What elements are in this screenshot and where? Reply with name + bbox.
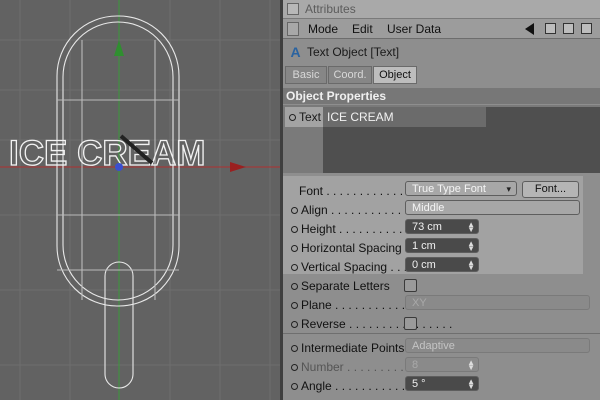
text-object-icon: A (290, 44, 301, 60)
plane-dropdown[interactable]: XY (405, 295, 590, 310)
y-axis-handle[interactable] (114, 40, 124, 56)
attribute-tabs: Basic Coord. Object (283, 65, 600, 85)
tab-basic[interactable]: Basic (285, 66, 327, 84)
separate-letters-checkbox[interactable] (404, 279, 417, 292)
lock-icon[interactable] (545, 23, 556, 34)
3d-viewport[interactable]: ICE CREAM (0, 0, 280, 400)
keyframe-dot-icon (291, 383, 298, 391)
spinner-arrows-icon: ▲ ▼ (467, 358, 475, 372)
spinner-arrows-icon: ▲ ▼ (467, 220, 475, 234)
spinner-arrows-icon: ▲ ▼ (467, 239, 475, 253)
height-row: Height . . . . . . . . . . . . . . . . 7… (283, 219, 600, 238)
keyframe-dot-icon (291, 302, 298, 310)
menu-user-data[interactable]: User Data (387, 22, 441, 36)
angle-row: Angle . . . . . . . . . . . . . . . . 5 … (283, 376, 600, 395)
panel-grip-icon[interactable] (287, 3, 299, 15)
reverse-label: Reverse . . . . . . . . . . . . . . . . (291, 317, 452, 331)
font-button[interactable]: Font... (522, 181, 579, 198)
spinner-arrows-icon: ▲ ▼ (467, 258, 475, 272)
divider-line (283, 333, 600, 334)
separate-row: Separate Letters (283, 276, 600, 295)
panel-title: Attributes (305, 2, 356, 16)
tab-coord[interactable]: Coord. (328, 66, 372, 84)
keyframe-dot-icon (291, 264, 298, 272)
vspacing-field[interactable]: 0 cm ▲ ▼ (405, 257, 479, 272)
align-row: Align . . . . . . . . . . . . . . . . . … (283, 200, 600, 219)
vspacing-row: Vertical Spacing . . . . . 0 cm ▲ ▼ (283, 257, 600, 276)
section-object-properties: Object Properties (283, 88, 600, 104)
keyframe-dot-icon (291, 245, 298, 253)
spinner-arrows-icon: ▲ ▼ (467, 377, 475, 391)
keyframe-dot-icon (291, 321, 298, 329)
keyframe-dot-icon (291, 207, 298, 215)
text-param-block: Text ICE CREAM (283, 105, 600, 173)
font-type-dropdown[interactable]: True Type Font ▾ (405, 181, 517, 196)
new-panel-icon[interactable] (563, 23, 574, 34)
reverse-checkbox[interactable] (404, 317, 417, 330)
link-icon[interactable] (581, 23, 592, 34)
object-name: Text Object [Text] (307, 45, 400, 59)
keyframe-dot-icon[interactable] (289, 114, 296, 122)
chevron-down-icon: ▾ (506, 184, 511, 194)
text-param-label: Text (285, 107, 323, 127)
separate-label: Separate Letters (291, 279, 390, 293)
attributes-menubar: Mode Edit User Data (283, 19, 600, 39)
hspacing-label: Horizontal Spacing . . . (291, 241, 422, 255)
popsicle-mesh (56, 15, 180, 389)
plane-row: Plane . . . . . . . . . . . . . . . . . … (283, 295, 600, 314)
menu-edit[interactable]: Edit (352, 22, 373, 36)
object-origin-point[interactable] (115, 163, 123, 171)
tab-object[interactable]: Object (373, 66, 417, 84)
number-row: Number . . . . . . . . . . . . . . 8 ▲ ▼ (283, 357, 600, 376)
viewport-grid (0, 0, 280, 400)
height-field[interactable]: 73 cm ▲ ▼ (405, 219, 479, 234)
attributes-titlebar: Attributes (283, 0, 600, 19)
back-arrow-icon[interactable] (525, 23, 534, 35)
number-field[interactable]: 8 ▲ ▼ (405, 357, 479, 372)
x-axis-handle[interactable] (230, 162, 246, 172)
align-dropdown[interactable]: Middle (405, 200, 580, 215)
hspacing-field[interactable]: 1 cm ▲ ▼ (405, 238, 479, 253)
viewport-canvas[interactable]: ICE CREAM (0, 0, 280, 400)
scene-text-ice-cream: ICE CREAM (9, 134, 205, 173)
vspacing-label: Vertical Spacing . . . . . (291, 260, 420, 274)
keyframe-dot-icon (291, 345, 298, 353)
menu-grip-icon[interactable] (287, 22, 299, 36)
interp-row: Intermediate Points Adaptive (283, 338, 600, 357)
attributes-panel: Attributes Mode Edit User Data A Text Ob… (283, 0, 600, 400)
interp-label: Intermediate Points (291, 341, 404, 355)
hspacing-row: Horizontal Spacing . . . 1 cm▲▼ (283, 238, 600, 257)
interp-dropdown[interactable]: Adaptive (405, 338, 590, 353)
text-param-value[interactable]: ICE CREAM (327, 110, 394, 124)
angle-field[interactable]: 5 ° ▲ ▼ (405, 376, 479, 391)
object-header: A Text Object [Text] (283, 41, 600, 63)
reverse-row: Reverse . . . . . . . . . . . . . . . . (283, 314, 600, 333)
keyframe-dot-icon (291, 283, 298, 291)
keyframe-dot-icon (291, 226, 298, 234)
keyframe-dot-icon (291, 364, 298, 372)
menu-mode[interactable]: Mode (308, 22, 338, 36)
font-row: Font . . . . . . . . . . . . . . . . Tru… (283, 181, 600, 200)
